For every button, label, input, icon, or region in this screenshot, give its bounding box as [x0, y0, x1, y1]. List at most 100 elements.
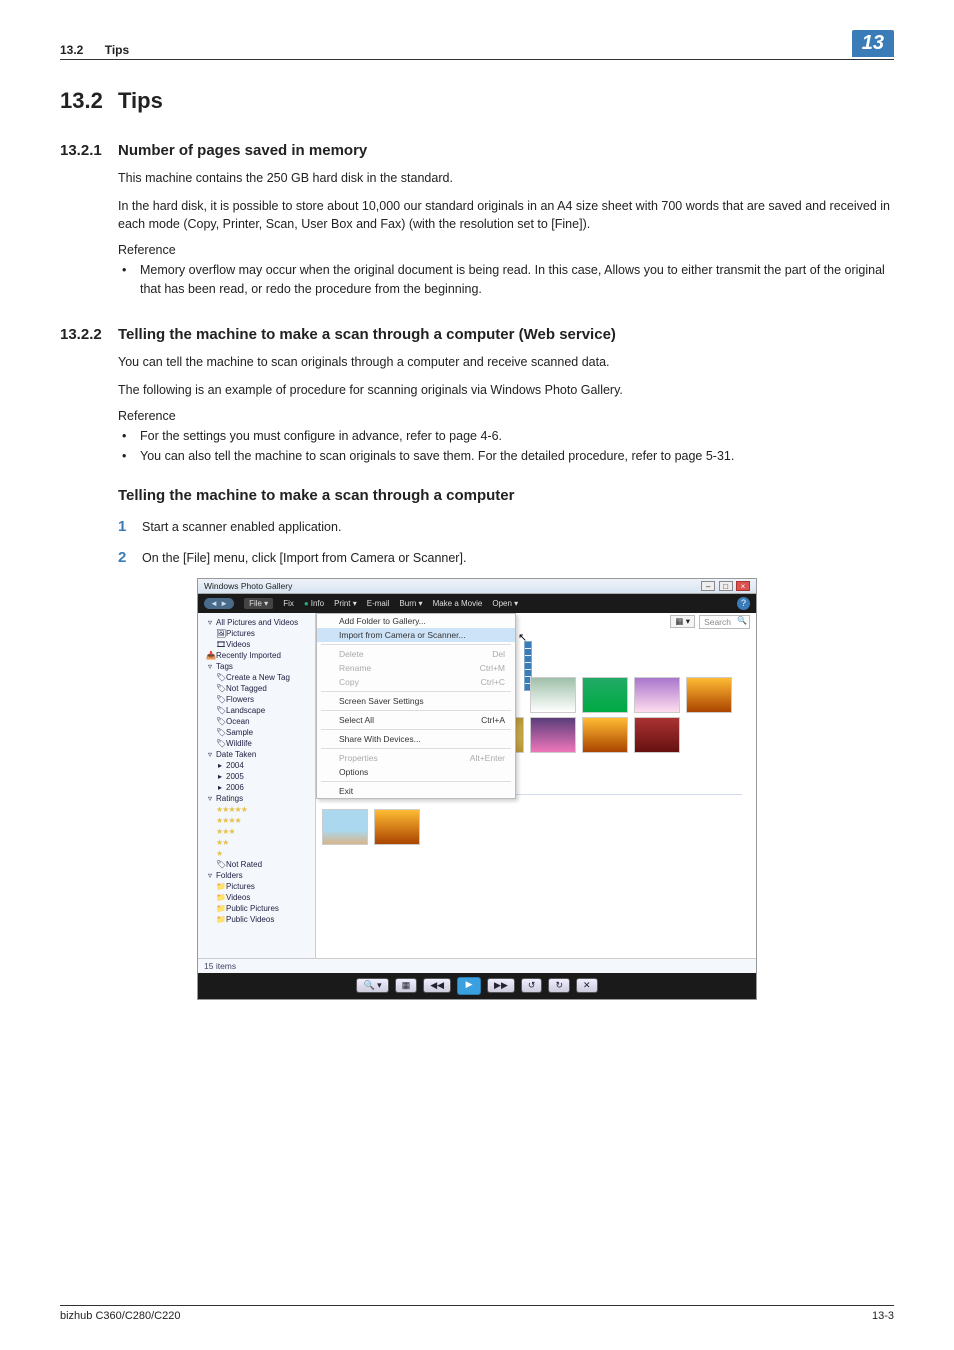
sidebar-3star[interactable]: ★★★ — [202, 826, 311, 837]
toolbar-info[interactable]: Info — [304, 599, 324, 608]
sidebar-2004[interactable]: ▸2004 — [202, 760, 311, 771]
s1-p2: In the hard disk, it is possible to stor… — [118, 197, 894, 233]
sidebar-all[interactable]: ▿All Pictures and Videos — [202, 617, 311, 628]
section-title: Tips — [118, 88, 163, 114]
s1-p1: This machine contains the 250 GB hard di… — [118, 169, 894, 187]
sidebar-tags[interactable]: ▿Tags — [202, 661, 311, 672]
sidebar-folders[interactable]: ▿Folders — [202, 870, 311, 881]
window-buttons: – □ × — [700, 581, 750, 591]
sidebar-f-pub-pictures[interactable]: 📁Public Pictures — [202, 903, 311, 914]
subsection-1-heading: 13.2.1 Number of pages saved in memory — [60, 142, 894, 159]
close-button[interactable]: × — [736, 581, 750, 591]
menu-properties[interactable]: PropertiesAlt+Enter — [317, 751, 515, 765]
menu-exit[interactable]: Exit — [317, 784, 515, 798]
sidebar-1star[interactable]: ★ — [202, 848, 311, 859]
subsection-1-title: Number of pages saved in memory — [118, 142, 367, 159]
toolbar-file[interactable]: File ▾ — [244, 598, 273, 609]
sidebar-date-taken[interactable]: ▿Date Taken — [202, 749, 311, 760]
delete-button[interactable]: ✕ — [576, 978, 598, 993]
footer-left: bizhub C360/C280/C220 — [60, 1310, 180, 1322]
menu-select-all[interactable]: Select AllCtrl+A — [317, 713, 515, 727]
footer-right: 13-3 — [872, 1310, 894, 1322]
menu-options[interactable]: Options — [317, 765, 515, 779]
s2-bullets: For the settings you must configure in a… — [118, 427, 894, 465]
procedure-steps: 1Start a scanner enabled application. 2 O… — [118, 518, 894, 568]
sidebar-4star[interactable]: ★★★★ — [202, 815, 311, 826]
sidebar-5star[interactable]: ★★★★★ — [202, 804, 311, 815]
page-header: 13.2 Tips 13 — [60, 30, 894, 60]
prev-button[interactable]: ◀◀ — [423, 978, 451, 993]
step-1: 1Start a scanner enabled application. — [118, 518, 894, 537]
toolbar-print[interactable]: Print ▾ — [334, 599, 357, 608]
sidebar-f-pub-videos[interactable]: 📁Public Videos — [202, 914, 311, 925]
rotate-left-button[interactable]: ↺ — [521, 978, 543, 993]
nav-back-forward[interactable]: ◄ ► — [204, 598, 234, 609]
sidebar-pictures[interactable]: 🖼Pictures — [202, 628, 311, 639]
status-bar: 15 items — [198, 958, 756, 973]
view-button[interactable]: ▦ — [395, 978, 418, 993]
sidebar-ratings[interactable]: ▿Ratings — [202, 793, 311, 804]
menu-add-folder[interactable]: Add Folder to Gallery... — [317, 614, 515, 628]
cursor-icon: ↖ — [518, 631, 527, 644]
toolbar: ◄ ► File ▾ Fix Info Print ▾ E-mail Burn … — [198, 594, 756, 613]
subsection-2-title: Telling the machine to make a scan throu… — [118, 326, 616, 343]
next-button[interactable]: ▶▶ — [487, 978, 515, 993]
sidebar-create-tag[interactable]: 🏷Create a New Tag — [202, 672, 311, 683]
menu-rename[interactable]: RenameCtrl+M — [317, 661, 515, 675]
step-2-num: 2 — [118, 547, 126, 570]
maximize-button[interactable]: □ — [719, 581, 733, 591]
step-2: 2 On the [File] menu, click [Import from … — [118, 549, 894, 568]
thumbnail[interactable] — [322, 809, 368, 845]
menu-share[interactable]: Share With Devices... — [317, 732, 515, 746]
toolbar-help[interactable]: ? — [737, 597, 750, 610]
sidebar-sample[interactable]: 🏷Sample — [202, 727, 311, 738]
play-button[interactable]: ▶ — [457, 977, 481, 995]
main-pane: ▦ ▾ Search Add Folder to Gallery... Impo… — [316, 613, 756, 958]
s1-bullet-1: Memory overflow may occur when the origi… — [118, 261, 894, 297]
thumbnail[interactable] — [374, 809, 420, 845]
chapter-badge: 13 — [852, 30, 894, 57]
sidebar-2006[interactable]: ▸2006 — [202, 782, 311, 793]
sidebar-f-videos[interactable]: 📁Videos — [202, 892, 311, 903]
rotate-right-button[interactable]: ↻ — [548, 978, 570, 993]
thumb-row-3 — [322, 805, 750, 849]
sidebar-f-pictures[interactable]: 📁Pictures — [202, 881, 311, 892]
sidebar-landscape[interactable]: 🏷Landscape — [202, 705, 311, 716]
toolbar-fix[interactable]: Fix — [283, 599, 294, 608]
menu-import[interactable]: Import from Camera or Scanner... — [317, 628, 515, 642]
step-2-text: On the [File] menu, click [Import from C… — [142, 551, 466, 565]
bottom-controls: 🔍 ▾ ▦ ◀◀ ▶ ▶▶ ↺ ↻ ✕ — [198, 973, 756, 999]
window-titlebar: Windows Photo Gallery – □ × — [198, 579, 756, 594]
menu-copy[interactable]: CopyCtrl+C — [317, 675, 515, 689]
page-footer: bizhub C360/C280/C220 13-3 — [60, 1305, 894, 1322]
s2-p1: You can tell the machine to scan origina… — [118, 353, 894, 371]
sidebar-wildlife[interactable]: 🏷Wildlife — [202, 738, 311, 749]
embedded-screenshot: Windows Photo Gallery – □ × ◄ ► File ▾ F… — [197, 578, 757, 1000]
procedure-title: Telling the machine to make a scan throu… — [118, 487, 894, 504]
sidebar-not-tagged[interactable]: 🏷Not Tagged — [202, 683, 311, 694]
s2-bullet-1: For the settings you must configure in a… — [118, 427, 894, 445]
toolbar-email[interactable]: E-mail — [367, 599, 390, 608]
sidebar-ocean[interactable]: 🏷Ocean — [202, 716, 311, 727]
menu-delete[interactable]: DeleteDel — [317, 647, 515, 661]
sidebar-not-rated[interactable]: 🏷Not Rated — [202, 859, 311, 870]
menu-screensaver[interactable]: Screen Saver Settings — [317, 694, 515, 708]
toolbar-burn[interactable]: Burn ▾ — [399, 599, 422, 608]
toolbar-movie[interactable]: Make a Movie — [433, 599, 483, 608]
sidebar-2005[interactable]: ▸2005 — [202, 771, 311, 782]
minimize-button[interactable]: – — [701, 581, 715, 591]
sidebar-recent[interactable]: 📥Recently Imported — [202, 650, 311, 661]
section-heading: 13.2 Tips — [60, 88, 894, 114]
zoom-button[interactable]: 🔍 ▾ — [356, 978, 388, 993]
toolbar-open[interactable]: Open ▾ — [492, 599, 518, 608]
subsection-1-num: 13.2.1 — [60, 142, 118, 159]
window-title: Windows Photo Gallery — [204, 581, 292, 591]
sidebar-flowers[interactable]: 🏷Flowers — [202, 694, 311, 705]
sidebar-2star[interactable]: ★★ — [202, 837, 311, 848]
sidebar-videos[interactable]: 🎞Videos — [202, 639, 311, 650]
s2-reference-label: Reference — [118, 409, 894, 423]
s1-reference-label: Reference — [118, 243, 894, 257]
step-1-num: 1 — [118, 516, 126, 539]
s1-bullets: Memory overflow may occur when the origi… — [118, 261, 894, 297]
s2-p2: The following is an example of procedure… — [118, 381, 894, 399]
